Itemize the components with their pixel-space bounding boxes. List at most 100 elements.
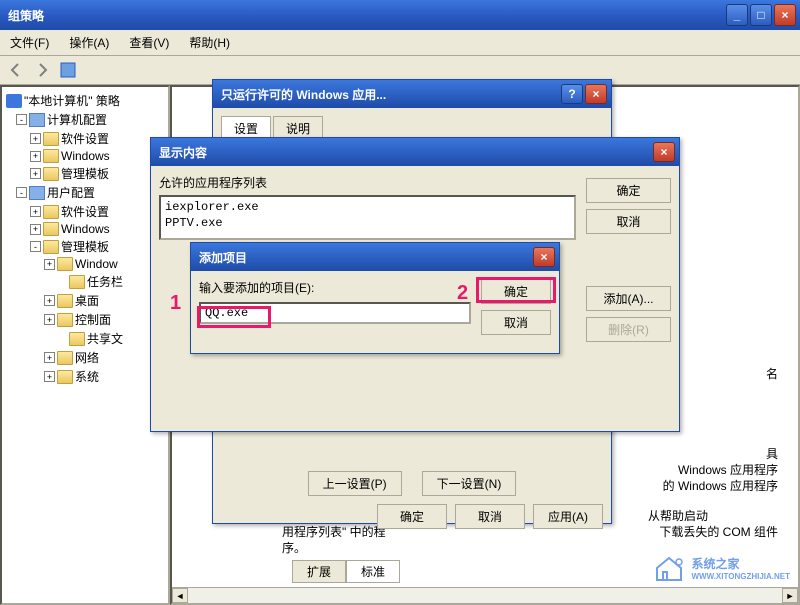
config-icon: [29, 186, 45, 200]
folder-icon: [43, 240, 59, 254]
scroll-left-icon[interactable]: ◄: [172, 588, 188, 603]
folder-icon: [57, 313, 73, 327]
main-title: 组策略: [8, 7, 726, 24]
add-item-prompt: 输入要添加的项目(E):: [199, 279, 471, 296]
status-tabs: 扩展 标准: [292, 560, 400, 583]
status-tab-extended[interactable]: 扩展: [292, 560, 346, 583]
tree-label[interactable]: Windows: [61, 222, 110, 236]
tree-toggle[interactable]: +: [44, 371, 55, 382]
tree-toggle[interactable]: -: [16, 114, 27, 125]
tree-toggle[interactable]: +: [30, 224, 41, 235]
tree-label[interactable]: 用户配置: [47, 184, 95, 201]
allowed-apps-listbox[interactable]: iexplorer.exe PPTV.exe: [159, 195, 576, 240]
help-button[interactable]: ?: [561, 84, 583, 104]
tree-node[interactable]: + 网络: [6, 348, 164, 367]
tree-node[interactable]: + 软件设置: [6, 202, 164, 221]
horizontal-scrollbar[interactable]: ◄ ►: [172, 587, 798, 603]
tree-label[interactable]: 网络: [75, 349, 99, 366]
tree-toggle[interactable]: +: [44, 352, 55, 363]
list-item[interactable]: PPTV.exe: [165, 215, 570, 231]
maximize-button[interactable]: □: [750, 4, 772, 26]
close-button[interactable]: ×: [774, 4, 796, 26]
tree-node[interactable]: + Windows: [6, 148, 164, 164]
tree-pane[interactable]: "本地计算机" 策略 - 计算机配置 + 软件设置 + Windows + 管理模板 - 用户配置…: [0, 85, 170, 605]
policy-ok-button[interactable]: 确定: [377, 504, 447, 529]
add-button[interactable]: 添加(A)...: [586, 286, 671, 311]
add-item-ok-button[interactable]: 确定: [481, 279, 551, 304]
tree-toggle[interactable]: +: [44, 259, 55, 270]
tree-node[interactable]: + Windows: [6, 221, 164, 237]
tree-node[interactable]: + 软件设置: [6, 129, 164, 148]
annotation-1: 1: [170, 292, 181, 315]
tree-label[interactable]: Window: [75, 257, 118, 271]
tree-node[interactable]: + 系统: [6, 367, 164, 386]
show-cancel-button[interactable]: 取消: [586, 209, 671, 234]
tree-toggle[interactable]: +: [44, 314, 55, 325]
folder-icon: [43, 205, 59, 219]
add-item-titlebar[interactable]: 添加项目 ×: [191, 243, 559, 271]
tree-label[interactable]: 软件设置: [61, 130, 109, 147]
bg-text: 序。: [282, 539, 306, 556]
policy-apply-button[interactable]: 应用(A): [533, 504, 603, 529]
folder-icon: [43, 167, 59, 181]
forward-icon[interactable]: [32, 60, 52, 80]
list-item[interactable]: iexplorer.exe: [165, 199, 570, 215]
bg-text: 从帮助启动: [648, 507, 708, 524]
menu-view[interactable]: 查看(V): [125, 32, 173, 53]
policy-close-button[interactable]: ×: [585, 84, 607, 104]
policy-cancel-button[interactable]: 取消: [455, 504, 525, 529]
tree-label[interactable]: 计算机配置: [47, 111, 107, 128]
tree-node[interactable]: - 管理模板: [6, 237, 164, 256]
tree-node[interactable]: - 用户配置: [6, 183, 164, 202]
tree-toggle[interactable]: -: [30, 241, 41, 252]
tree-toggle[interactable]: +: [44, 295, 55, 306]
tree-node[interactable]: + 桌面: [6, 291, 164, 310]
tree-toggle[interactable]: +: [30, 151, 41, 162]
tree-label[interactable]: 管理模板: [61, 238, 109, 255]
tree-node[interactable]: 共享文: [6, 329, 164, 348]
tree-toggle[interactable]: -: [16, 187, 27, 198]
folder-icon: [57, 257, 73, 271]
add-item-cancel-button[interactable]: 取消: [481, 310, 551, 335]
tree-label[interactable]: 控制面: [75, 311, 111, 328]
tree-label[interactable]: 桌面: [75, 292, 99, 309]
tree-label[interactable]: 任务栏: [87, 273, 123, 290]
tree-label[interactable]: 管理模板: [61, 165, 109, 182]
show-ok-button[interactable]: 确定: [586, 178, 671, 203]
tree-label[interactable]: 软件设置: [61, 203, 109, 220]
prev-setting-button[interactable]: 上一设置(P): [308, 471, 402, 496]
status-tab-standard[interactable]: 标准: [346, 560, 400, 583]
tree-node[interactable]: + Window: [6, 256, 164, 272]
annotation-2: 2: [457, 282, 468, 305]
bg-text: 具: [766, 445, 778, 462]
add-item-close-button[interactable]: ×: [533, 247, 555, 267]
policy-titlebar[interactable]: 只运行许可的 Windows 应用... ? ×: [213, 80, 611, 108]
add-item-input[interactable]: [199, 302, 471, 324]
tree-node[interactable]: + 控制面: [6, 310, 164, 329]
show-contents-titlebar[interactable]: 显示内容 ×: [151, 138, 679, 166]
folder-icon: [43, 222, 59, 236]
bg-text: Windows 应用程序: [678, 461, 778, 478]
tree-toggle[interactable]: +: [30, 133, 41, 144]
show-contents-close-button[interactable]: ×: [653, 142, 675, 162]
add-item-dialog: 添加项目 × 输入要添加的项目(E): 确定 取消: [190, 242, 560, 354]
folder-icon: [43, 149, 59, 163]
minimize-button[interactable]: _: [726, 4, 748, 26]
next-setting-button[interactable]: 下一设置(N): [422, 471, 517, 496]
menu-file[interactable]: 文件(F): [6, 32, 53, 53]
back-icon[interactable]: [6, 60, 26, 80]
tree-toggle[interactable]: +: [30, 168, 41, 179]
tree-node[interactable]: + 管理模板: [6, 164, 164, 183]
tree-root[interactable]: "本地计算机" 策略: [6, 91, 164, 110]
tree-label[interactable]: 共享文: [87, 330, 123, 347]
menu-action[interactable]: 操作(A): [65, 32, 113, 53]
tree-node[interactable]: - 计算机配置: [6, 110, 164, 129]
menu-help[interactable]: 帮助(H): [185, 32, 234, 53]
show-contents-title: 显示内容: [159, 144, 653, 161]
tree-label[interactable]: Windows: [61, 149, 110, 163]
tree-node[interactable]: 任务栏: [6, 272, 164, 291]
scroll-right-icon[interactable]: ►: [782, 588, 798, 603]
refresh-icon[interactable]: [58, 60, 78, 80]
tree-label[interactable]: 系统: [75, 368, 99, 385]
tree-toggle[interactable]: +: [30, 206, 41, 217]
